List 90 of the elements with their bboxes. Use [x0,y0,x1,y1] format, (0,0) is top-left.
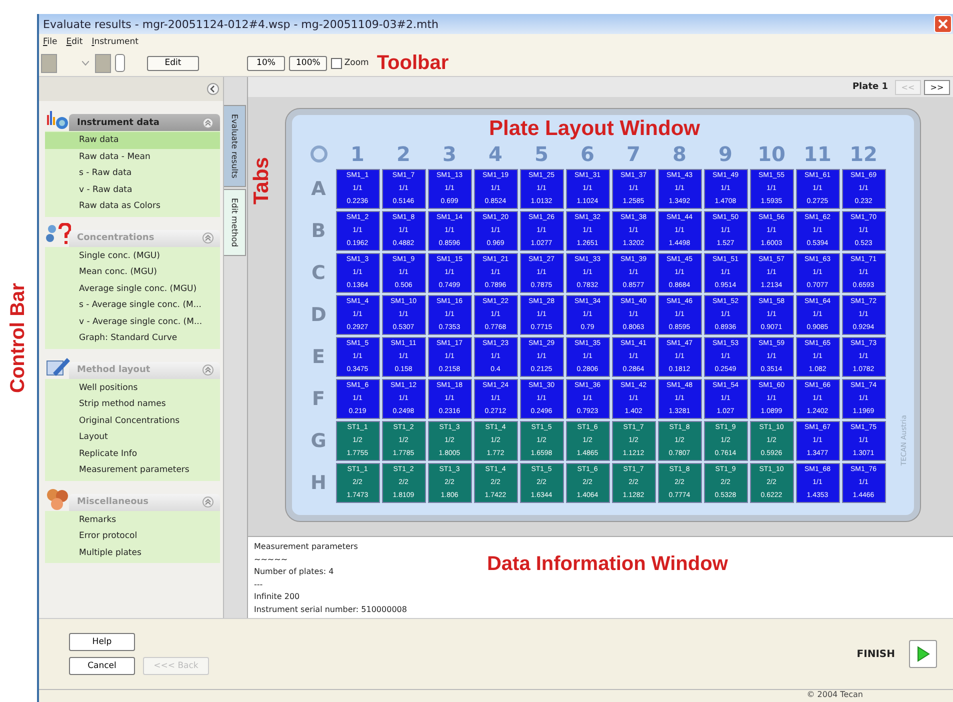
sidebar-item[interactable]: Remarks [45,512,220,528]
caret-icon [82,60,89,66]
row-letter: D [310,304,326,326]
group-title: Method layout [77,365,150,375]
column-number: 6 [580,142,594,166]
zoom-checkbox[interactable]: Zoom [331,58,369,68]
menu-item[interactable]: Edit [66,37,83,47]
menu-item[interactable]: Instrument [92,37,138,47]
sidebar-item[interactable]: v - Average single conc. (M... [45,314,220,330]
question-mark-icon [45,222,71,246]
next-plate-button[interactable]: >> [924,80,950,94]
control-bar-annotation: Control Bar [7,283,30,393]
row-letter: G [310,430,326,452]
sidebar-item[interactable]: Raw data as Colors [45,198,220,214]
column-number: 2 [396,142,410,166]
cancel-button[interactable]: Cancel [69,657,135,675]
menu-item[interactable]: File [43,37,58,47]
finish-label: FINISH [856,648,895,660]
collapse-icon[interactable] [202,232,214,244]
collapse-icon[interactable] [202,116,214,128]
close-button[interactable] [934,15,952,33]
row-letter: C [312,262,326,284]
plate-layout-annotation: Plate Layout Window [489,116,700,140]
toolbar-small-button[interactable] [115,54,125,72]
column-number: 10 [758,142,786,166]
group-title: Miscellaneous [77,497,149,507]
row-letter: F [312,388,325,410]
column-number: 9 [718,142,732,166]
sidebar-item[interactable]: Graph: Standard Curve [45,330,220,346]
column-number: 5 [534,142,548,166]
copyright-text: © 2004 Tecan [806,690,863,701]
column-number: 4 [488,142,502,166]
information-line: Infinite 200 [254,591,301,603]
sidebar-item[interactable]: v - Raw data [45,182,220,198]
checkbox[interactable] [331,58,342,68]
sidebar-item[interactable]: s - Raw data [45,165,220,182]
vertical-tab[interactable]: Evaluate results [224,105,246,188]
sidebar-item[interactable]: Single conc. (MGU) [45,248,220,264]
sidebar-item[interactable]: Average single conc. (MGU) [45,280,220,297]
zoom-level-button[interactable]: 100% [289,56,328,70]
sidebar-item[interactable]: Raw data - Mean [45,148,220,165]
column-number: 12 [850,142,878,166]
finish-button[interactable] [909,640,937,668]
group-header[interactable]: Instrument data [69,114,220,131]
information-line: Instrument serial number: 510000008 [254,604,407,616]
sidebar-item[interactable]: Replicate Info [45,446,220,462]
toolbar-square-button[interactable] [95,54,111,72]
row-letter: B [311,220,326,242]
sidebar-item[interactable]: Well positions [45,380,220,396]
sidebar-item[interactable]: Layout [45,429,220,446]
sidebar-item[interactable]: Error protocol [45,528,220,544]
information-line: ~~~~~ [254,554,289,566]
column-number: 8 [672,142,686,166]
plate-corner-icon [310,144,328,162]
sidebar-item[interactable]: Original Concentrations [45,412,220,429]
information-line: Number of plates: 4 [254,566,335,578]
zoom-level-button[interactable]: 10% [247,56,285,70]
sidebar-item[interactable]: Measurement parameters [45,462,220,478]
row-letter: E [312,346,325,368]
edit-button[interactable]: Edit [147,56,199,70]
sidebar-item[interactable]: Mean conc. (MGU) [45,264,220,280]
help-button[interactable]: Help [69,633,135,651]
sidebar-item[interactable]: Multiple plates [45,544,220,561]
collapse-icon[interactable] [202,496,214,508]
group-title: Concentrations [77,233,154,243]
toolbar-square-button[interactable] [41,54,57,72]
column-number: 7 [626,142,640,166]
vertical-tab[interactable]: Edit method [224,189,246,256]
group-title: Instrument data [77,118,160,128]
collapse-icon[interactable] [202,364,214,376]
row-letter: A [311,178,326,200]
sidebar-item[interactable]: s - Average single conc. (M... [45,297,220,314]
row-letter: H [310,472,326,494]
chevron-left-icon [207,83,219,95]
tabs-annotation: Tabs [250,157,274,204]
column-number: 1 [350,142,364,166]
collapse-sidebar-button[interactable] [207,83,219,95]
information-line: --- [254,578,264,590]
window-title: Evaluate results - mgr-20051124-012#4.wsp - mg-20051109-03#2.mth [43,18,440,30]
data-information-annotation: Data Information Window [486,553,728,576]
toolbar-annotation: Toolbar [376,52,449,74]
sidebar-item[interactable]: Strip method names [45,396,220,412]
column-number: 11 [804,142,832,166]
sidebar-item[interactable]: Raw data [45,132,220,148]
information-line: Measurement parameters [254,541,359,553]
play-icon [916,646,930,662]
plate-label: Plate 1 [852,82,888,92]
column-number: 3 [442,142,456,166]
close-icon [938,19,948,29]
cluster-icon [45,486,71,510]
